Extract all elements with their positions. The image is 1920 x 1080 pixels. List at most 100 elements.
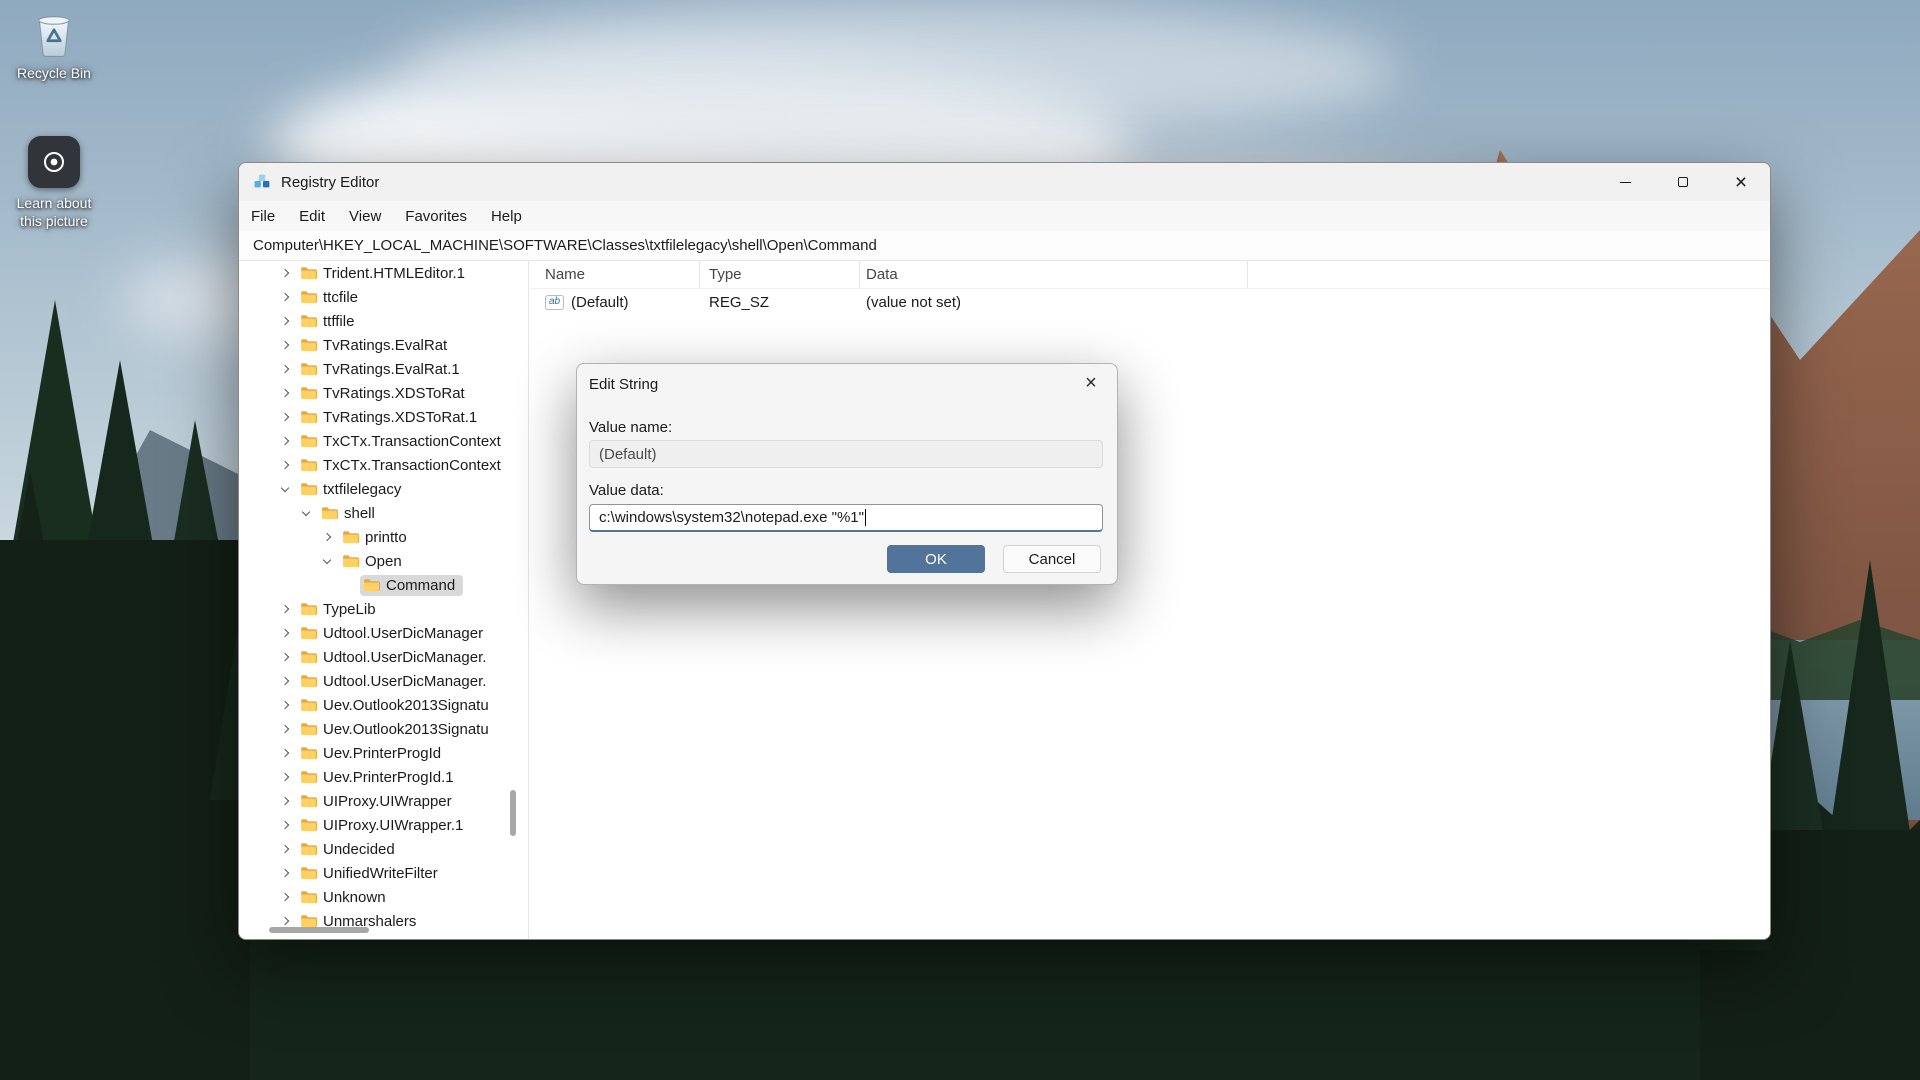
tree-indent [239, 633, 273, 634]
chevron-right-icon[interactable] [273, 294, 297, 300]
tree-item-tvratings-xdstorat-1[interactable]: TvRatings.XDSToRat.1 [239, 405, 528, 429]
chevron-right-icon[interactable] [273, 390, 297, 396]
chevron-down-icon[interactable] [315, 559, 339, 563]
tree-item-uev-outlook2013signatu[interactable]: Uev.Outlook2013Signatu [239, 717, 528, 741]
chevron-right-icon[interactable] [315, 534, 339, 540]
chevron-right-icon[interactable] [273, 846, 297, 852]
tree-item-unifiedwritefilter[interactable]: UnifiedWriteFilter [239, 861, 528, 885]
tree-item-udtool-userdicmanager-[interactable]: Udtool.UserDicManager. [239, 669, 528, 693]
dialog-title: Edit String [589, 376, 658, 393]
tree-item-ttffile[interactable]: ttffile [239, 309, 528, 333]
recycle-bin-desktop-icon[interactable]: Recycle Bin [8, 10, 100, 82]
tree-item-label: Udtool.UserDicManager. [323, 649, 486, 666]
minimize-button[interactable] [1596, 163, 1654, 201]
tree-horizontal-scrollbar[interactable] [269, 927, 369, 933]
chevron-right-icon[interactable] [273, 702, 297, 708]
chevron-right-icon[interactable] [273, 342, 297, 348]
learn-about-picture-label: Learn about this picture [13, 194, 95, 230]
chevron-down-icon[interactable] [273, 487, 297, 491]
tree-item-label: Undecided [323, 841, 395, 858]
address-bar[interactable]: Computer\HKEY_LOCAL_MACHINE\SOFTWARE\Cla… [239, 231, 1770, 261]
chevron-right-icon[interactable] [273, 654, 297, 660]
column-header-type[interactable]: Type [700, 261, 860, 288]
menu-help[interactable]: Help [479, 201, 534, 231]
folder-icon [363, 578, 380, 592]
tree-item-txctx-transactioncontext[interactable]: TxCTx.TransactionContext [239, 429, 528, 453]
folder-icon [342, 554, 359, 568]
reg-sz-icon: ab [545, 295, 564, 310]
tree-item-printto[interactable]: printto [239, 525, 528, 549]
tree-item-ttcfile[interactable]: ttcfile [239, 285, 528, 309]
chevron-right-icon[interactable] [273, 894, 297, 900]
tree-indent [239, 873, 273, 874]
menu-favorites[interactable]: Favorites [393, 201, 479, 231]
tree-item-uev-outlook2013signatu[interactable]: Uev.Outlook2013Signatu [239, 693, 528, 717]
tree-item-uiproxy-uiwrapper[interactable]: UIProxy.UIWrapper [239, 789, 528, 813]
chevron-right-icon[interactable] [273, 870, 297, 876]
chevron-right-icon[interactable] [273, 318, 297, 324]
cancel-button[interactable]: Cancel [1003, 545, 1101, 573]
menu-view[interactable]: View [337, 201, 393, 231]
tree-item-tvratings-xdstorat[interactable]: TvRatings.XDSToRat [239, 381, 528, 405]
tree-item-typelib[interactable]: TypeLib [239, 597, 528, 621]
tree-item-label: printto [365, 529, 407, 546]
tree-item-txctx-transactioncontext[interactable]: TxCTx.TransactionContext [239, 453, 528, 477]
titlebar[interactable]: Registry Editor × [239, 163, 1770, 201]
tree-item-uev-printerprogid-1[interactable]: Uev.PrinterProgId.1 [239, 765, 528, 789]
chevron-right-icon[interactable] [273, 774, 297, 780]
chevron-right-icon[interactable] [273, 822, 297, 828]
tree-item-label: TypeLib [323, 601, 376, 618]
tree-item-tvratings-evalrat-1[interactable]: TvRatings.EvalRat.1 [239, 357, 528, 381]
tree-item-shell[interactable]: shell [239, 501, 528, 525]
folder-icon [300, 458, 317, 472]
menu-edit[interactable]: Edit [287, 201, 337, 231]
camera-aperture-icon [28, 136, 80, 188]
menu-file[interactable]: File [239, 201, 287, 231]
tree-item-open[interactable]: Open [239, 549, 528, 573]
tree-indent [239, 345, 273, 346]
tree-indent [239, 849, 273, 850]
chevron-right-icon[interactable] [273, 678, 297, 684]
chevron-right-icon[interactable] [273, 270, 297, 276]
tree-item-command[interactable]: Command [239, 573, 528, 597]
tree-vertical-scrollbar[interactable] [510, 790, 516, 836]
learn-about-picture-desktop-icon[interactable]: Learn about this picture [8, 136, 100, 230]
tree-indent [239, 513, 294, 514]
tree-item-trident-htmleditor-1[interactable]: Trident.HTMLEditor.1 [239, 261, 528, 285]
folder-icon [300, 770, 317, 784]
list-row[interactable]: ab (Default) REG_SZ (value not set) [530, 289, 1770, 315]
folder-icon [300, 674, 317, 688]
tree-item-undecided[interactable]: Undecided [239, 837, 528, 861]
chevron-right-icon[interactable] [273, 726, 297, 732]
value-data-input[interactable]: c:\windows\system32\notepad.exe "%1" [589, 504, 1103, 532]
chevron-right-icon[interactable] [273, 438, 297, 444]
tree-indent [239, 561, 315, 562]
chevron-right-icon[interactable] [273, 366, 297, 372]
close-icon: × [1735, 172, 1747, 193]
folder-icon [300, 650, 317, 664]
folder-icon [300, 434, 317, 448]
tree-item-tvratings-evalrat[interactable]: TvRatings.EvalRat [239, 333, 528, 357]
chevron-right-icon[interactable] [273, 630, 297, 636]
chevron-right-icon[interactable] [273, 750, 297, 756]
chevron-right-icon[interactable] [273, 918, 297, 924]
chevron-right-icon[interactable] [273, 462, 297, 468]
tree-item-txtfilelegacy[interactable]: txtfilelegacy [239, 477, 528, 501]
chevron-right-icon[interactable] [273, 798, 297, 804]
tree-item-uiproxy-uiwrapper-1[interactable]: UIProxy.UIWrapper.1 [239, 813, 528, 837]
tree-item-uev-printerprogid[interactable]: Uev.PrinterProgId [239, 741, 528, 765]
ok-button[interactable]: OK [887, 545, 985, 573]
chevron-right-icon[interactable] [273, 414, 297, 420]
tree-item-udtool-userdicmanager-[interactable]: Udtool.UserDicManager. [239, 645, 528, 669]
value-type-cell: REG_SZ [700, 294, 860, 311]
column-header-data[interactable]: Data [860, 261, 1248, 288]
tree-item-udtool-userdicmanager[interactable]: Udtool.UserDicManager [239, 621, 528, 645]
chevron-right-icon[interactable] [273, 606, 297, 612]
folder-icon [300, 266, 317, 280]
chevron-down-icon[interactable] [294, 511, 318, 515]
maximize-button[interactable] [1654, 163, 1712, 201]
dialog-close-button[interactable]: × [1071, 368, 1111, 398]
tree-item-unknown[interactable]: Unknown [239, 885, 528, 909]
close-button[interactable]: × [1712, 163, 1770, 201]
column-header-name[interactable]: Name [530, 261, 700, 288]
